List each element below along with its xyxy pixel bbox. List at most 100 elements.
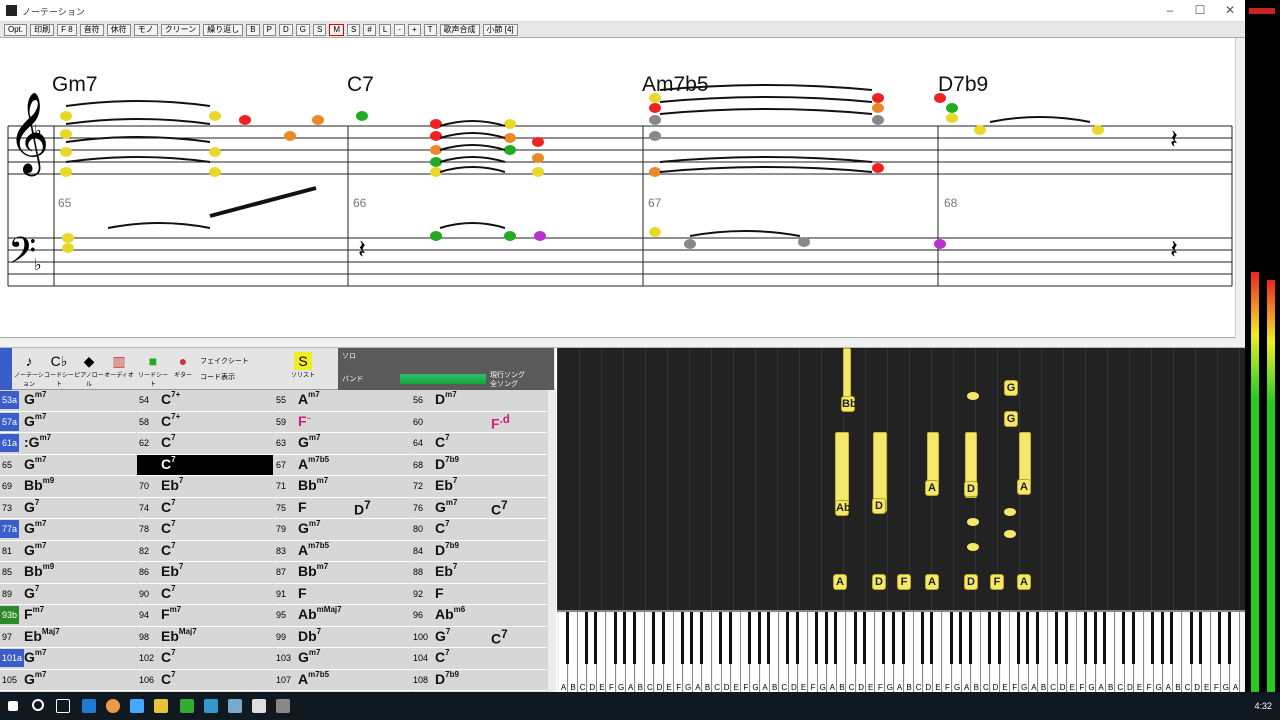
- toolbar-button[interactable]: B: [246, 23, 260, 36]
- close-button[interactable]: ✕: [1215, 3, 1245, 17]
- white-key[interactable]: B: [703, 612, 712, 694]
- toolbar-button[interactable]: クリーン: [160, 23, 201, 36]
- chord-cell[interactable]: 86 Eb7: [137, 562, 273, 584]
- chord-cell[interactable]: 108 D7b9: [411, 670, 547, 691]
- toolbar-button[interactable]: #: [363, 23, 376, 36]
- toolbar-button[interactable]: S: [313, 23, 327, 36]
- white-key[interactable]: E: [1067, 612, 1077, 694]
- audio-tool-button[interactable]: ▥ オーディオ: [104, 352, 134, 386]
- white-key[interactable]: B: [770, 612, 780, 694]
- chord-cell[interactable]: 95 AbmMaj7: [274, 605, 410, 627]
- windows-start-icon[interactable]: [8, 701, 18, 711]
- chord-cell[interactable]: 87 Bbm7: [274, 562, 410, 584]
- toolbar-button[interactable]: T: [423, 23, 437, 36]
- toolbar-button[interactable]: Opt.: [4, 23, 28, 36]
- chord-cell[interactable]: 72 Eb7: [411, 476, 547, 498]
- chord-cell[interactable]: 83 Am7b5: [274, 541, 410, 562]
- white-key[interactable]: E: [597, 612, 607, 694]
- chord-cell[interactable]: 66 C7: [137, 454, 273, 476]
- notation-vscrollbar[interactable]: [1235, 38, 1245, 338]
- chord-cell[interactable]: 55 Am7: [274, 390, 410, 412]
- white-key[interactable]: B: [971, 612, 981, 694]
- app-icon-blue[interactable]: [204, 699, 218, 713]
- chord-cell[interactable]: 70 Eb7: [137, 476, 273, 498]
- app-icon-green[interactable]: [180, 699, 194, 713]
- chord-cell[interactable]: 100 G7 C7: [411, 627, 547, 648]
- chord-cell[interactable]: 76 Gm7 C7: [411, 498, 547, 519]
- chord-cell[interactable]: 98 EbMaj7: [137, 627, 273, 648]
- white-key[interactable]: A: [1231, 612, 1240, 694]
- chord-cell[interactable]: 59 F..: [274, 412, 410, 433]
- chord-cell[interactable]: 67 Am7b5: [274, 455, 410, 476]
- maximize-button[interactable]: ☐: [1185, 3, 1215, 17]
- toolbar-button[interactable]: P: [262, 23, 276, 36]
- chord-cell[interactable]: 96 Abm6: [411, 605, 547, 627]
- chord-cell[interactable]: 69 Bbm9: [0, 476, 136, 498]
- white-key[interactable]: B: [635, 612, 645, 694]
- white-key[interactable]: E: [799, 612, 808, 694]
- chord-cell[interactable]: 60 F.d: [411, 412, 547, 433]
- side-tab[interactable]: [0, 348, 12, 390]
- chord-cell[interactable]: 61a:Gm7: [0, 433, 136, 455]
- toolbar-button[interactable]: L: [378, 23, 392, 36]
- chord-cell[interactable]: 81 Gm7: [0, 541, 136, 562]
- chord-cell[interactable]: 58 C7+: [137, 412, 273, 433]
- chord-cell[interactable]: 57a Gm7: [0, 412, 136, 433]
- toolbar-button[interactable]: モノ: [133, 23, 158, 36]
- chord-cell[interactable]: 65 Gm7: [0, 455, 136, 476]
- toolbar-button[interactable]: 歌声合成: [439, 23, 480, 36]
- task-view-icon[interactable]: [56, 699, 70, 713]
- white-key[interactable]: E: [933, 612, 943, 694]
- guitar-tool-button[interactable]: ● ギター: [168, 352, 198, 386]
- chord-cell[interactable]: 71 Bbm7: [274, 476, 410, 498]
- white-key[interactable]: E: [1000, 612, 1010, 694]
- toolbar-button[interactable]: D: [278, 23, 293, 36]
- band-in-a-box-icon[interactable]: [252, 699, 266, 713]
- pianoroll-tool-button[interactable]: ◆ ピアノロール: [74, 352, 104, 388]
- chord-cell[interactable]: 62 C7: [137, 433, 273, 455]
- fakesheet-tool-button[interactable]: フェイクシート コード表示: [200, 352, 258, 386]
- chord-cell[interactable]: 101a Gm7: [0, 648, 136, 670]
- toolbar-button[interactable]: G: [295, 23, 310, 36]
- search-icon[interactable]: [32, 699, 44, 711]
- chord-cell[interactable]: 73 G7: [0, 498, 136, 519]
- chord-cell[interactable]: 64 C7: [411, 433, 547, 455]
- toolbar-button[interactable]: F 8: [57, 23, 77, 36]
- chord-cell[interactable]: 80 C7: [411, 519, 547, 541]
- white-key[interactable]: B: [1173, 612, 1183, 694]
- chrome-icon[interactable]: [106, 699, 120, 713]
- notation-tool-button[interactable]: ♪ ノーテーション: [14, 352, 44, 388]
- chord-cell[interactable]: 74 C7: [137, 498, 273, 519]
- white-key[interactable]: E: [664, 612, 674, 694]
- chord-cell[interactable]: 104 C7: [411, 648, 547, 670]
- chord-cell[interactable]: 75 F D7: [274, 498, 410, 519]
- toolbar-button[interactable]: 印刷: [30, 23, 55, 36]
- chord-cell[interactable]: 79 Gm7: [274, 519, 410, 541]
- chord-cell[interactable]: 92 F: [411, 584, 547, 605]
- store-icon[interactable]: [130, 699, 144, 713]
- toolbar-button[interactable]: 休符: [106, 23, 131, 36]
- white-key[interactable]: E: [866, 612, 876, 694]
- minimize-button[interactable]: –: [1155, 3, 1185, 17]
- white-key[interactable]: E: [1135, 612, 1144, 694]
- chord-cell[interactable]: 82 C7: [137, 541, 273, 562]
- piano-keyboard[interactable]: ABCDEFGABCDEFGABCDEFGABCDEFGABCDEFGABCDE…: [557, 610, 1245, 694]
- white-key[interactable]: E: [1202, 612, 1212, 694]
- chord-cell[interactable]: 68 D7b9: [411, 455, 547, 476]
- chord-cell[interactable]: 91 F: [274, 584, 410, 605]
- chord-sheet-scrollbar[interactable]: [548, 390, 556, 692]
- chord-cell[interactable]: 85 Bbm9: [0, 562, 136, 584]
- chord-cell[interactable]: 77a Gm7: [0, 519, 136, 541]
- toolbar-button[interactable]: +: [407, 23, 421, 36]
- toolbar-button[interactable]: M: [329, 23, 345, 36]
- white-key[interactable]: B: [904, 612, 914, 694]
- toolbar-button[interactable]: -: [394, 23, 405, 36]
- chord-cell[interactable]: 56 Dm7: [411, 390, 547, 412]
- leadsheet-tool-button[interactable]: ■ リードシート: [138, 352, 168, 388]
- chord-cell[interactable]: 89 G7: [0, 584, 136, 605]
- chord-cell[interactable]: 90 C7: [137, 584, 273, 605]
- soloist-tool-button[interactable]: S ソリスト: [288, 352, 318, 386]
- chord-cell[interactable]: 63 Gm7: [274, 433, 410, 455]
- white-key[interactable]: B: [568, 612, 578, 694]
- chord-cell[interactable]: 105 Gm7: [0, 670, 136, 691]
